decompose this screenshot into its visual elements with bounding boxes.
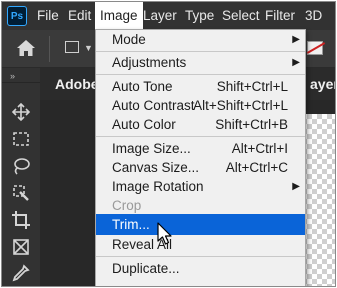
menu-file[interactable]: File [32,2,64,30]
menu-filter[interactable]: Filter [260,2,300,30]
menu-item-label: Canvas Size... [112,160,200,175]
menu-item-label: Trim... [112,217,150,232]
menu-select[interactable]: Select [217,2,265,30]
menu-item-shortcut: Alt+Ctrl+I [231,141,288,156]
document-tab[interactable]: Adobe [55,76,99,92]
submenu-arrow-icon: ▶ [292,34,300,45]
menu-item-auto-tone[interactable]: Auto Tone Shift+Ctrl+L [96,77,305,96]
menu-item-label: Auto Tone [112,79,173,94]
photoshop-logo: Ps [7,6,27,26]
menu-image[interactable]: Image [95,2,143,30]
collapse-panel-icon[interactable]: » [10,71,15,81]
menu-separator [96,51,305,52]
marquee-icon[interactable] [11,129,31,149]
menu-item-label: Auto Contrast [112,98,195,113]
menu-type[interactable]: Type [180,2,219,30]
menu-layer[interactable]: Layer [138,2,182,30]
photoshop-window: Ps File Edit Image Layer Type Select Fil… [1,1,336,287]
menu-item-label: Duplicate... [112,261,180,276]
menu-item-image-size[interactable]: Image Size... Alt+Ctrl+I [96,139,305,158]
menu-item-label: Crop [112,198,142,213]
menu-item-trim[interactable]: Trim... [96,214,305,235]
menu-separator [96,136,305,137]
move-icon[interactable] [11,102,31,122]
menu-item-label: Mode [112,32,146,47]
menu-item-mode[interactable]: Mode ▶ [96,30,305,49]
menu-item-auto-color[interactable]: Auto Color Shift+Ctrl+B [96,115,305,134]
submenu-arrow-icon: ▶ [292,181,300,192]
transparent-canvas[interactable] [302,114,335,286]
menu-item-label: Auto Color [112,117,176,132]
menu-bar: Ps File Edit Image Layer Type Select Fil… [2,2,335,30]
toolbar-divider [49,36,50,62]
crop-icon[interactable] [11,210,31,230]
submenu-arrow-icon: ▶ [292,57,300,68]
menu-separator [96,256,305,257]
menu-edit[interactable]: Edit [63,2,96,30]
menu-item-label: Image Rotation [112,179,204,194]
menu-item-canvas-size[interactable]: Canvas Size... Alt+Ctrl+C [96,158,305,177]
tools-panel: » [2,68,40,286]
chevron-down-icon[interactable]: ▼ [84,43,93,53]
menu-item-auto-contrast[interactable]: Auto Contrast Alt+Shift+Ctrl+L [96,96,305,115]
color-swatch[interactable] [307,41,323,55]
frame-icon[interactable] [11,237,31,257]
menu-item-shortcut: Shift+Ctrl+B [215,117,288,132]
document-tab-secondary[interactable]: ayer [310,76,335,92]
menu-item-adjustments[interactable]: Adjustments ▶ [96,53,305,72]
menu-item-image-rotation[interactable]: Image Rotation ▶ [96,177,305,196]
menu-item-label: Image Size... [112,141,191,156]
menu-item-shortcut: Alt+Shift+Ctrl+L [193,98,288,113]
menu-item-reveal-all[interactable]: Reveal All [96,235,305,254]
rectangle-shape-icon[interactable] [65,41,79,53]
quick-selection-icon[interactable] [11,183,31,203]
menu-item-duplicate[interactable]: Duplicate... [96,259,305,278]
menu-3d[interactable]: 3D [300,2,327,30]
menu-item-shortcut: Shift+Ctrl+L [216,79,288,94]
menu-item-crop: Crop [96,196,305,215]
eyedropper-icon[interactable] [11,263,31,283]
panel-divider [2,82,40,83]
menu-item-shortcut: Alt+Ctrl+C [225,160,288,175]
menu-item-label: Adjustments [112,55,187,70]
lasso-icon[interactable] [11,156,31,176]
home-icon[interactable] [16,38,36,58]
menu-separator [96,74,305,75]
mouse-pointer-icon [157,222,173,246]
image-menu-dropdown: Mode ▶ Adjustments ▶ Auto Tone Shift+Ctr… [95,29,306,286]
